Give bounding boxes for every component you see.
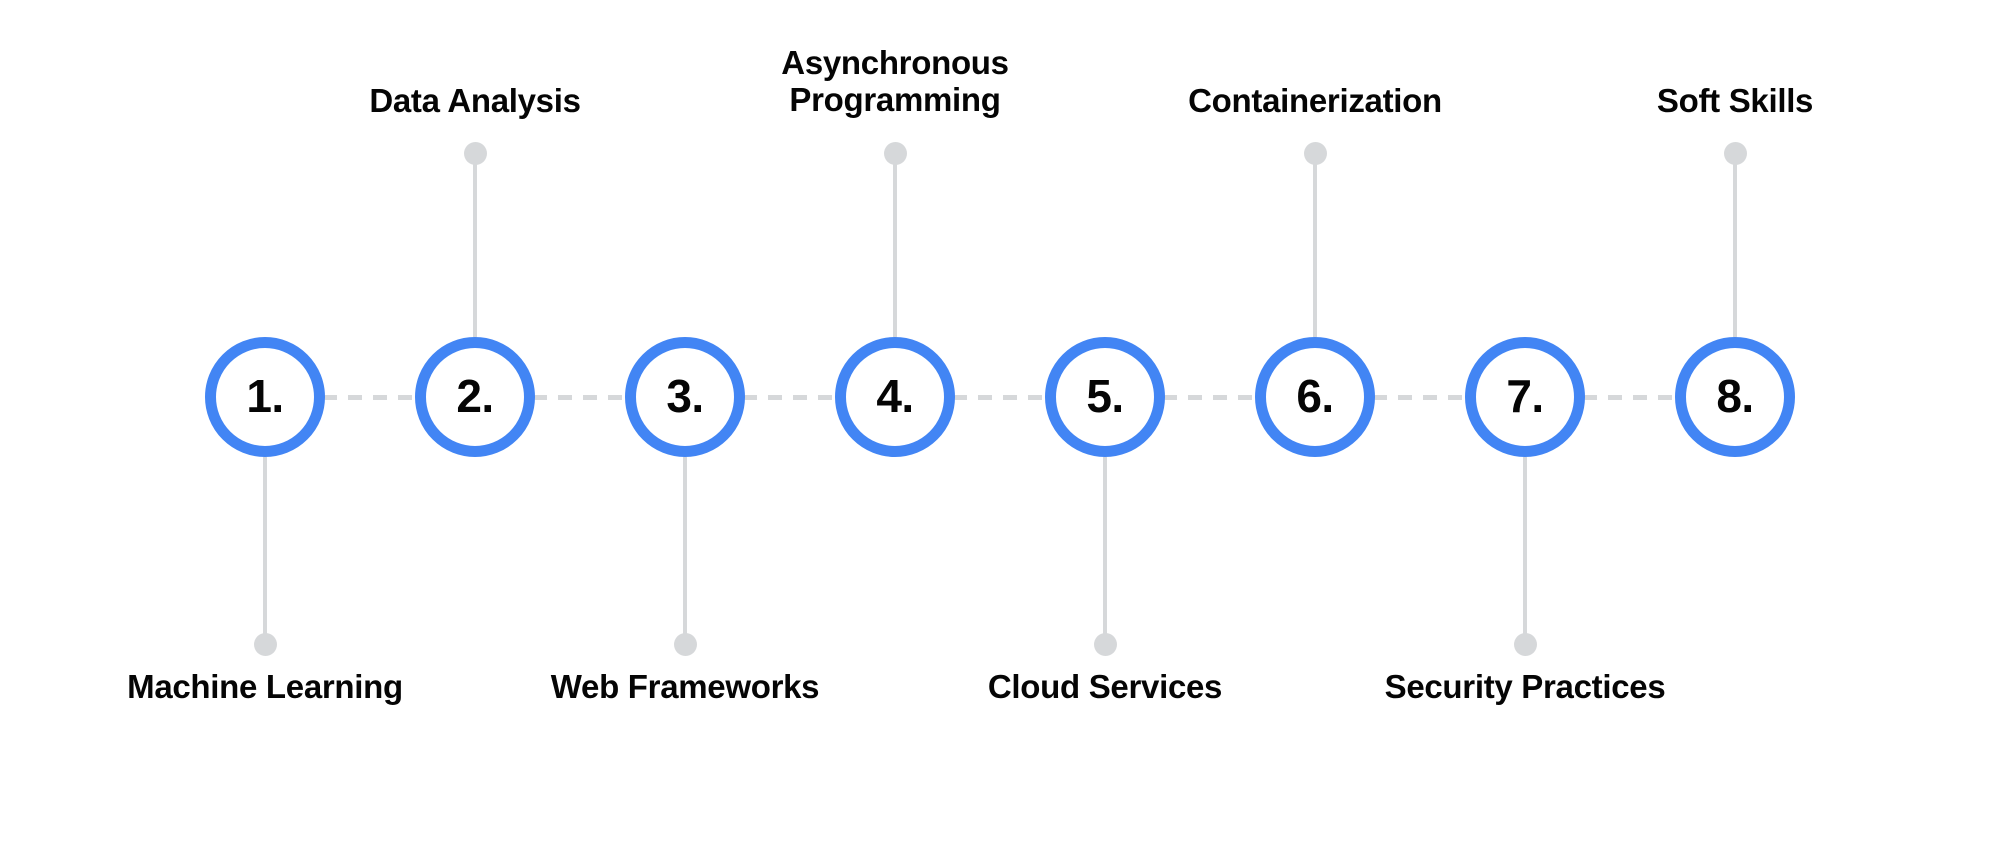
step-stem-dot: [1723, 141, 1747, 165]
step-stem-dot: [1093, 632, 1117, 656]
step-number-8: 8.: [1716, 370, 1754, 422]
timeline-connector-segment: [1373, 394, 1467, 400]
timeline-connector-segment: [1583, 394, 1677, 400]
step-node-7[interactable]: 7.: [1465, 337, 1585, 457]
step-stem-dot: [1513, 632, 1537, 656]
step-number-2: 2.: [456, 370, 494, 422]
step-stem-line: [1733, 153, 1737, 337]
step-node-8[interactable]: 8.: [1675, 337, 1795, 457]
step-label-8: Soft Skills: [1656, 82, 1814, 119]
step-number-7: 7.: [1506, 370, 1544, 422]
step-stem-line: [473, 153, 477, 337]
step-label-7: Security Practices: [1384, 668, 1666, 705]
timeline-connector-segment: [533, 394, 627, 400]
step-label-3: Web Frameworks: [550, 668, 820, 705]
step-number-5: 5.: [1086, 370, 1124, 422]
timeline-connector-segment: [953, 394, 1047, 400]
step-stem-line: [263, 457, 267, 644]
step-stem-dot: [253, 632, 277, 656]
step-stem-line: [1313, 153, 1317, 337]
step-stem-dot: [463, 141, 487, 165]
step-number-1: 1.: [246, 370, 284, 422]
timeline-connector-segment: [323, 394, 417, 400]
step-stem-dot: [883, 141, 907, 165]
step-stem-line: [683, 457, 687, 644]
step-stem-line: [893, 153, 897, 337]
step-node-2[interactable]: 2.: [415, 337, 535, 457]
step-label-4: Asynchronous Programming: [781, 44, 1009, 119]
step-node-1[interactable]: 1.: [205, 337, 325, 457]
step-node-6[interactable]: 6.: [1255, 337, 1375, 457]
roadmap-diagram: 1. Machine Learning 2. Data Analysis 3. Web F…: [0, 0, 2000, 848]
step-number-4: 4.: [876, 370, 914, 422]
timeline-connector-segment: [1163, 394, 1257, 400]
timeline-connector-segment: [743, 394, 837, 400]
step-number-6: 6.: [1296, 370, 1334, 422]
step-label-1: Machine Learning: [127, 668, 403, 705]
step-stem-dot: [673, 632, 697, 656]
step-label-2: Data Analysis: [369, 82, 581, 119]
step-node-3[interactable]: 3.: [625, 337, 745, 457]
step-label-5: Cloud Services: [987, 668, 1223, 705]
step-node-4[interactable]: 4.: [835, 337, 955, 457]
step-stem-dot: [1303, 141, 1327, 165]
step-label-6: Containerization: [1188, 82, 1442, 119]
step-stem-line: [1103, 457, 1107, 644]
step-stem-line: [1523, 457, 1527, 644]
step-number-3: 3.: [666, 370, 704, 422]
step-node-5[interactable]: 5.: [1045, 337, 1165, 457]
